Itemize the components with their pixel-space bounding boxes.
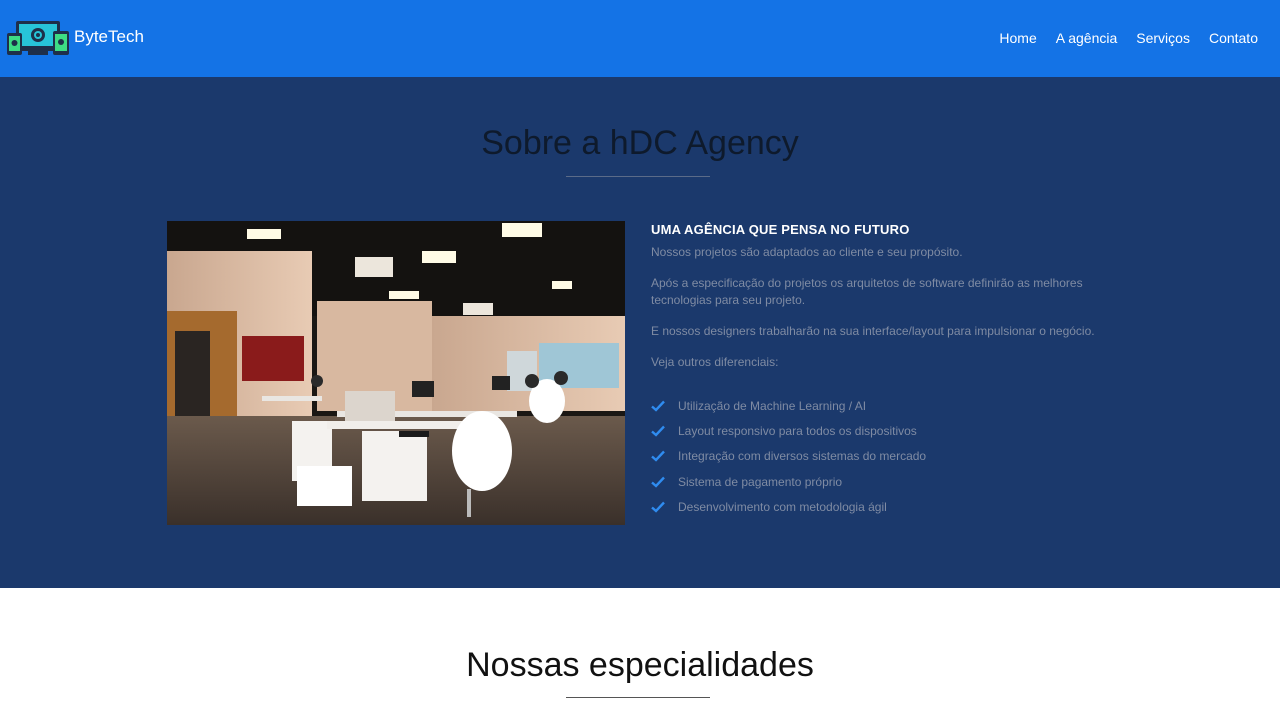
about-title: Sobre a hDC Agency — [481, 124, 799, 162]
feature-label: Utilização de Machine Learning / AI — [678, 398, 867, 413]
feature-label: Layout responsivo para todos os disposit… — [678, 423, 917, 438]
about-paragraph: Nossos projetos são adaptados ao cliente… — [651, 245, 963, 259]
check-icon — [651, 425, 665, 437]
nav-link-services[interactable]: Serviços — [1136, 30, 1190, 46]
specialties-title: Nossas especialidades — [466, 646, 814, 684]
brand-name[interactable]: ByteTech — [74, 27, 144, 47]
about-paragraph: Veja outros diferenciais: — [651, 355, 779, 369]
about-paragraph: Após a especificação do projetos os arqu… — [651, 276, 1083, 307]
brand[interactable]: ByteTech — [6, 19, 144, 57]
about-content: UMA AGÊNCIA QUE PENSA NO FUTURO Nossos p… — [651, 222, 1111, 519]
nav-menu: Home A agência Serviços Contato — [980, 30, 1258, 46]
feature-item: Layout responsivo para todos os disposit… — [651, 418, 1111, 443]
check-icon — [651, 450, 665, 462]
about-section: Sobre a hDC Agency UMA AGÊNCIA QUE PENSA… — [0, 77, 1280, 588]
about-heading: UMA AGÊNCIA QUE PENSA NO FUTURO — [651, 222, 910, 237]
feature-item: Utilização de Machine Learning / AI — [651, 393, 1111, 418]
nav-link-home[interactable]: Home — [999, 30, 1036, 46]
check-icon — [651, 400, 665, 412]
nav-link-contact[interactable]: Contato — [1209, 30, 1258, 46]
title-divider — [566, 176, 710, 177]
feature-label: Integração com diversos sistemas do merc… — [678, 449, 927, 464]
title-divider — [566, 697, 710, 698]
feature-label: Desenvolvimento com metodologia ágil — [678, 499, 887, 514]
feature-item: Sistema de pagamento próprio — [651, 469, 1111, 494]
navbar: ByteTech Home A agência Serviços Contato — [0, 0, 1280, 77]
feature-item: Integração com diversos sistemas do merc… — [651, 444, 1111, 469]
devices-logo-icon — [7, 21, 69, 55]
feature-item: Desenvolvimento com metodologia ágil — [651, 494, 1111, 519]
about-paragraph: E nossos designers trabalharão na sua in… — [651, 324, 1095, 338]
check-icon — [651, 476, 665, 488]
office-photo — [167, 221, 625, 525]
feature-label: Sistema de pagamento próprio — [678, 474, 843, 489]
nav-link-agency[interactable]: A agência — [1056, 30, 1118, 46]
features-list: Utilização de Machine Learning / AI Layo… — [651, 393, 1111, 519]
check-icon — [651, 501, 665, 513]
